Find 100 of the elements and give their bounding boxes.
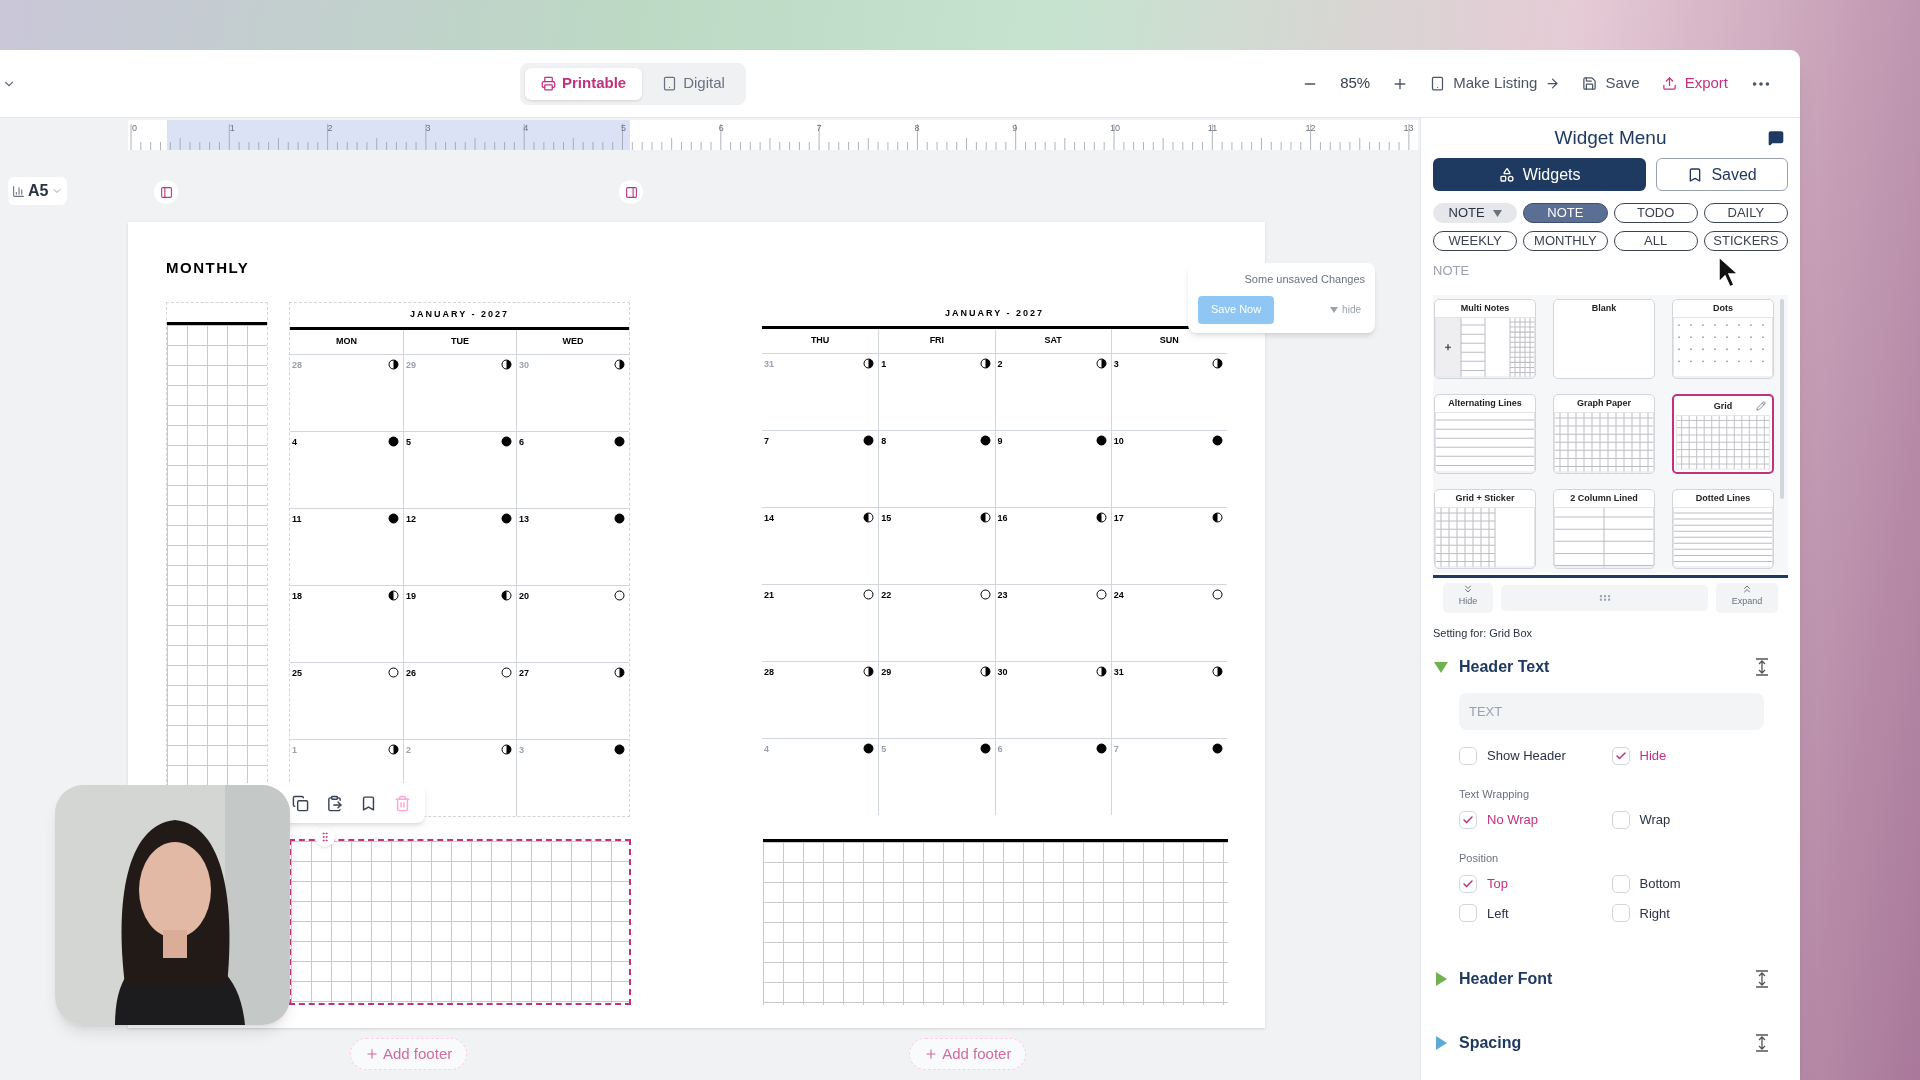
template-card[interactable]: Dots xyxy=(1672,298,1774,379)
day-number: 28 xyxy=(292,359,302,372)
collapsed-triangle-icon[interactable] xyxy=(1433,1035,1449,1051)
day-number: 19 xyxy=(406,590,416,603)
day-number: 26 xyxy=(406,667,416,680)
day-number: 4 xyxy=(292,436,297,449)
template-card[interactable]: Dotted Lines xyxy=(1672,488,1774,569)
paste-icon[interactable] xyxy=(326,794,343,812)
panel-title: Widget Menu xyxy=(1554,125,1667,150)
day-number: 12 xyxy=(406,513,416,526)
checkbox[interactable] xyxy=(1611,746,1630,765)
export-button[interactable]: Export xyxy=(1661,72,1728,95)
make-listing-button[interactable]: Make Listing xyxy=(1430,72,1561,95)
header-text-field[interactable]: TEXT xyxy=(1459,693,1764,730)
section-label: NOTE xyxy=(1433,262,1470,280)
day-number: 29 xyxy=(881,666,892,679)
day-number: 11 xyxy=(292,513,302,526)
checkbox-option[interactable]: Show Header xyxy=(1459,746,1609,766)
template-card[interactable]: Grid xyxy=(1672,393,1774,474)
group-label: Text Wrapping xyxy=(1459,786,1531,802)
day-number: 24 xyxy=(1113,589,1124,602)
template-card[interactable]: Graph Paper xyxy=(1553,393,1655,474)
checkbox-option[interactable]: No Wrap xyxy=(1459,810,1609,830)
resize-icon[interactable] xyxy=(1754,658,1770,676)
bar-chart-icon xyxy=(12,184,25,198)
duplicate-icon[interactable] xyxy=(292,794,309,812)
page-size-select[interactable]: A5 xyxy=(8,177,68,205)
checkbox-option[interactable]: Top xyxy=(1459,874,1609,894)
template-card[interactable]: Grid + Sticker xyxy=(1434,488,1536,569)
ruler-label: 11 xyxy=(1207,123,1218,133)
caret-icon xyxy=(1492,209,1502,217)
template-card[interactable]: Blank xyxy=(1553,298,1655,379)
checkbox-option[interactable]: Right xyxy=(1611,903,1762,923)
mode-tab[interactable]: Digital xyxy=(646,67,741,100)
day-number: 28 xyxy=(764,666,774,679)
checkbox[interactable] xyxy=(1459,874,1477,893)
weekday-label: SUN xyxy=(1159,334,1179,348)
bookmark-icon[interactable] xyxy=(360,794,377,812)
checkbox[interactable] xyxy=(1611,810,1630,829)
checkbox[interactable] xyxy=(1459,746,1477,765)
checkbox[interactable] xyxy=(1459,904,1477,923)
checkbox[interactable] xyxy=(1611,904,1630,923)
checkbox-option[interactable]: Left xyxy=(1459,903,1609,923)
resize-icon[interactable] xyxy=(1754,970,1770,988)
template-card[interactable]: 2 Column Lined xyxy=(1553,488,1655,569)
panel-left-icon[interactable] xyxy=(154,180,178,204)
mode-tab[interactable]: Printable xyxy=(525,67,643,100)
day-number: 20 xyxy=(519,590,529,603)
day-number: 7 xyxy=(764,435,769,448)
day-number: 4 xyxy=(764,743,769,756)
ruler-label: 5 xyxy=(621,123,626,133)
day-number: 31 xyxy=(1113,666,1124,679)
unsaved-message: Some unsaved Changes xyxy=(1244,272,1365,287)
panel-tab[interactable]: Saved xyxy=(1656,158,1788,191)
checkbox-option[interactable]: Bottom xyxy=(1611,874,1762,894)
collapsed-triangle-icon[interactable] xyxy=(1433,971,1449,987)
checkbox-option[interactable]: Hide xyxy=(1611,746,1762,766)
expand-button[interactable]: Expand xyxy=(1716,582,1778,613)
hide-button[interactable]: Hide xyxy=(1443,582,1493,613)
resize-icon[interactable] xyxy=(1754,1034,1770,1052)
ruler-label: 6 xyxy=(718,123,724,133)
weekday-label: MON xyxy=(336,335,357,349)
checkbox[interactable] xyxy=(1459,810,1477,829)
day-number: 23 xyxy=(997,589,1008,602)
category-dropdown[interactable]: NOTE xyxy=(1433,203,1518,223)
group-label: Position xyxy=(1459,850,1500,866)
ruler-label: 9 xyxy=(1012,123,1018,133)
filter-chip[interactable]: NOTE xyxy=(1523,203,1608,223)
check-icon xyxy=(1614,749,1627,762)
check-icon xyxy=(1462,877,1474,890)
day-number: 21 xyxy=(764,589,774,602)
ruler-label: 13 xyxy=(1403,123,1414,133)
calendar-heading: JANUARY - 2027 xyxy=(410,308,509,322)
page-title: MONTHLY xyxy=(166,259,250,276)
ruler-label: 3 xyxy=(425,123,431,133)
template-card[interactable]: Alternating Lines xyxy=(1434,393,1536,474)
ruler-label: 4 xyxy=(523,123,529,133)
template-card[interactable]: Multi Notes xyxy=(1434,298,1536,379)
save-button[interactable]: Save xyxy=(1582,72,1640,95)
upload-icon xyxy=(1661,76,1677,91)
weekday-label: WED xyxy=(562,335,584,349)
ruler-label: 8 xyxy=(914,123,920,133)
panel-tab[interactable]: Widgets xyxy=(1433,158,1647,191)
day-number: 15 xyxy=(881,512,892,525)
checkbox[interactable] xyxy=(1611,874,1630,893)
checkbox-option[interactable]: Wrap xyxy=(1611,810,1762,830)
ruler-label: 2 xyxy=(327,123,333,133)
expanded-triangle-icon[interactable] xyxy=(1433,659,1449,675)
printer-icon xyxy=(541,76,556,91)
day-number: 17 xyxy=(1113,512,1124,525)
panel-right-icon[interactable] xyxy=(619,180,643,204)
drag-handle-icon[interactable] xyxy=(315,827,335,847)
edit-icon[interactable] xyxy=(1756,400,1766,411)
day-number: 5 xyxy=(406,436,411,449)
feedback-icon[interactable] xyxy=(1768,130,1784,146)
day-number: 2 xyxy=(997,358,1003,371)
plus-icon xyxy=(924,1047,939,1061)
check-icon xyxy=(1462,813,1474,826)
arrow-right-icon xyxy=(1545,76,1561,91)
weekday-label: SAT xyxy=(1044,334,1062,348)
